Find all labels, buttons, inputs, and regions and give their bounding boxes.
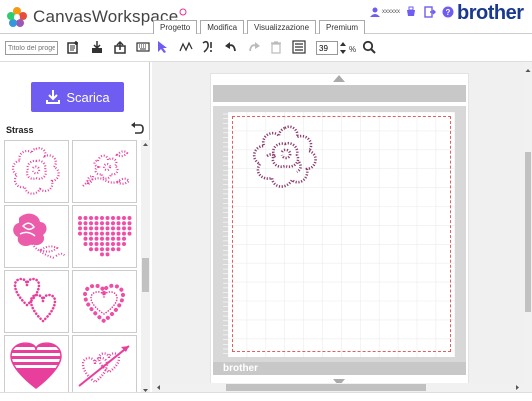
project-title-input[interactable]: [5, 41, 58, 55]
zoom-stepper[interactable]: [339, 40, 347, 56]
canvasworkspace-logo-icon: [6, 6, 28, 28]
hearts-arrow-pattern: [78, 345, 130, 387]
delete-icon[interactable]: [267, 38, 285, 56]
pattern-tile[interactable]: [72, 140, 137, 203]
pattern-grid: [4, 140, 141, 395]
pattern-tile[interactable]: [4, 335, 69, 395]
double-hearts-pattern: [13, 277, 57, 323]
undo-icon[interactable]: [222, 38, 240, 56]
redo-icon[interactable]: [245, 38, 263, 56]
download-button[interactable]: Scarica: [31, 82, 124, 112]
back-icon[interactable]: [130, 122, 144, 137]
header: CanvasWorkspace Progetto Modifica Visual…: [0, 0, 532, 34]
mat-top-bar: [213, 85, 466, 102]
zoom-unit: %: [349, 45, 357, 54]
cart-icon[interactable]: [405, 6, 417, 21]
zoom-search-icon[interactable]: [360, 38, 378, 56]
svg-text:?: ?: [446, 8, 451, 17]
zoom-input[interactable]: [316, 41, 338, 55]
scroll-thumb[interactable]: [226, 384, 426, 391]
app-window: CanvasWorkspace Progetto Modifica Visual…: [0, 0, 532, 401]
pattern-tile[interactable]: [4, 140, 69, 203]
mat-brand-label: brother: [223, 363, 258, 374]
pattern-tile[interactable]: [72, 270, 137, 333]
workspace-vscrollbar[interactable]: [524, 62, 532, 401]
select-tool-icon[interactable]: [154, 38, 172, 56]
cutting-mat: [213, 106, 466, 362]
scroll-thumb[interactable]: [525, 152, 531, 312]
scroll-thumb[interactable]: [142, 258, 149, 292]
user-icon: [370, 7, 380, 17]
tab-visualizzazione[interactable]: Visualizzazione: [247, 20, 317, 34]
mat-left-ruler: [223, 113, 228, 354]
workspace: brother: [152, 62, 524, 388]
toolbar: %: [0, 34, 532, 62]
pattern-panel: Scarica Strass: [0, 62, 150, 401]
status-bar: [0, 392, 532, 401]
pattern-tile[interactable]: [4, 205, 69, 268]
pattern-tile[interactable]: [72, 335, 137, 395]
workspace-hscrollbar[interactable]: [152, 383, 524, 392]
pattern-tile[interactable]: [72, 205, 137, 268]
new-project-icon[interactable]: [64, 38, 82, 56]
text-tool-icon[interactable]: [199, 38, 217, 56]
download-label: Scarica: [66, 89, 110, 105]
scroll-up-icon[interactable]: [333, 75, 345, 82]
rhinestone-rose-design[interactable]: [245, 122, 327, 202]
keyboard-icon[interactable]: [134, 38, 152, 56]
import-icon[interactable]: [88, 38, 106, 56]
heart-outline-pattern: [82, 283, 126, 324]
user-name: xxxxxx: [382, 9, 400, 15]
pattern-scrollbar[interactable]: [141, 140, 150, 395]
flower-rose-pattern: [11, 147, 60, 195]
tab-premium[interactable]: Premium: [319, 20, 366, 34]
download-icon: [46, 90, 61, 104]
tab-modifica[interactable]: Modifica: [200, 20, 245, 34]
object-list-icon[interactable]: [290, 38, 308, 56]
heart-dots-pattern: [78, 216, 132, 257]
mat-grid: [228, 112, 455, 357]
rose-stem-pattern: [13, 213, 66, 259]
brother-logo: brother: [457, 2, 524, 24]
pattern-tile[interactable]: [4, 270, 69, 333]
user-account[interactable]: xxxxxx: [370, 7, 400, 17]
logout-icon[interactable]: [424, 6, 436, 21]
mat-area: brother: [211, 74, 468, 388]
draw-tool-icon[interactable]: [177, 38, 195, 56]
striped-heart-pattern: [10, 342, 62, 389]
category-title: Strass: [6, 125, 34, 135]
export-icon[interactable]: [111, 38, 129, 56]
help-icon[interactable]: ?: [442, 6, 454, 21]
menu-tabs: Progetto Modifica Visualizzazione Premiu…: [153, 20, 368, 34]
flower-sprig-pattern: [82, 150, 131, 187]
registered-icon: [179, 8, 187, 16]
tab-progetto[interactable]: Progetto: [153, 20, 198, 34]
mat-bottom-bar: brother: [213, 362, 466, 375]
